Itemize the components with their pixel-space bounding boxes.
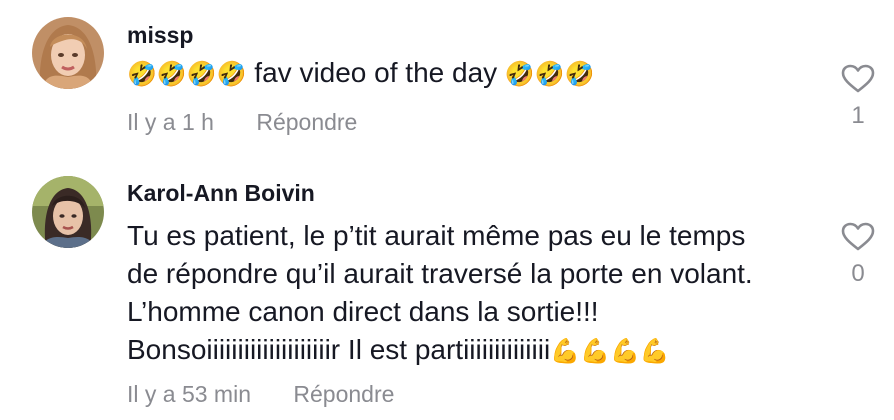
comment-item: missp 🤣🤣🤣🤣 fav video of the day 🤣🤣🤣 Il y…	[0, 0, 894, 160]
like-control[interactable]: 0	[838, 222, 878, 288]
comment-text-line-body: Bonsoiiiiiiiiiiiiiiiiiiiir Il est partii…	[127, 334, 551, 365]
comment-text-line: Tu es patient, le p’tit aurait même pas …	[127, 220, 746, 251]
heart-icon[interactable]	[841, 222, 875, 252]
avatar-photo-icon	[32, 176, 104, 248]
avatar[interactable]	[32, 176, 104, 248]
comment-text-line: Bonsoiiiiiiiiiiiiiiiiiiiir Il est partii…	[127, 331, 753, 370]
reply-button[interactable]: Répondre	[293, 381, 394, 408]
comment-item: Karol-Ann Boivin Tu es patient, le p’tit…	[0, 160, 894, 420]
laughing-emoji-icon: 🤣🤣🤣🤣	[127, 60, 247, 88]
comment-text: 🤣🤣🤣🤣 fav video of the day 🤣🤣🤣	[127, 54, 595, 93]
comment-text-body: fav video of the day	[246, 57, 505, 88]
like-count: 0	[851, 260, 865, 287]
comment-text-line: de répondre qu’il aurait traversé la por…	[127, 258, 753, 289]
avatar-photo-icon	[32, 17, 104, 89]
comment-username[interactable]: Karol-Ann Boivin	[127, 180, 315, 207]
avatar[interactable]	[32, 17, 104, 89]
reply-button[interactable]: Répondre	[256, 109, 357, 136]
comment-meta: Il y a 1 h Répondre	[127, 109, 357, 136]
comment-meta: Il y a 53 min Répondre	[127, 381, 394, 408]
comment-username[interactable]: missp	[127, 22, 193, 49]
comment-timestamp: Il y a 53 min	[127, 381, 251, 407]
comment-text: Tu es patient, le p’tit aurait même pas …	[127, 217, 753, 370]
heart-icon[interactable]	[841, 64, 875, 94]
like-control[interactable]: 1	[838, 64, 878, 130]
comment-text-line: L’homme canon direct dans la sortie!!!	[127, 296, 599, 327]
like-count: 1	[851, 102, 865, 129]
comment-timestamp: Il y a 1 h	[127, 109, 214, 135]
flexed-biceps-emoji-icon: 💪💪💪💪	[550, 337, 670, 365]
laughing-emoji-icon: 🤣🤣🤣	[504, 60, 595, 88]
